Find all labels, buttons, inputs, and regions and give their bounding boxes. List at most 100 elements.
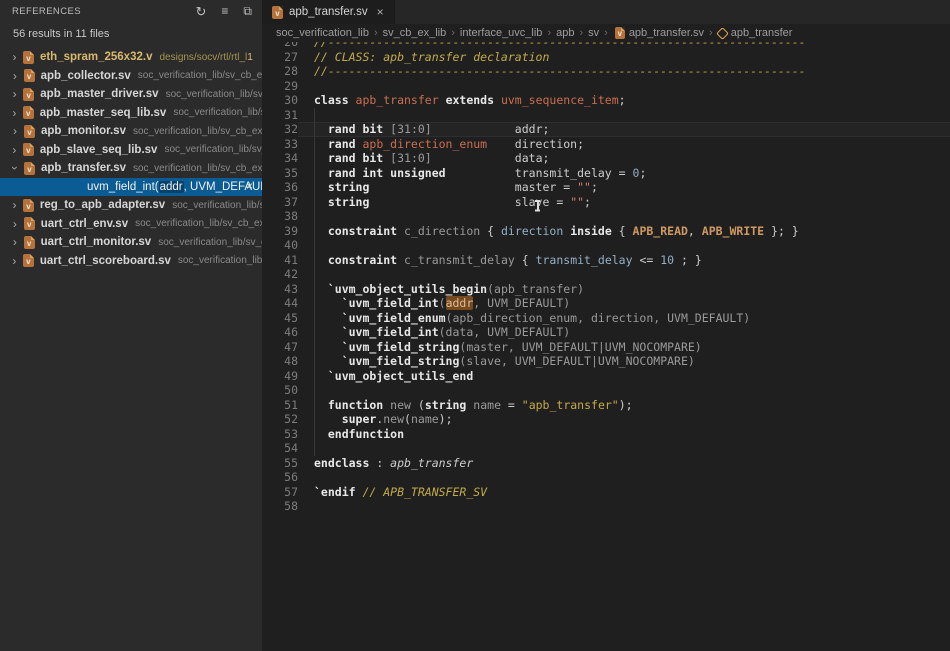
tab-apb-transfer[interactable]: apb_transfer.sv × [262,0,395,24]
tab-close-icon[interactable]: × [377,6,384,18]
file-result-row[interactable]: ›reg_to_apb_adapter.svsoc_verification_l… [0,196,262,215]
file-result-row[interactable]: ›eth_spram_256x32.vdesigns/socv/rtl/rtl_… [0,48,262,67]
code-line[interactable]: 39 constraint c_direction { direction in… [262,224,950,239]
breadcrumb-item[interactable]: soc_verification_lib [276,27,369,39]
file-name: eth_spram_256x32.v [40,51,153,63]
code-line[interactable]: 37 string slave = ""; [262,195,950,210]
chevron-down-icon[interactable]: › [9,161,21,175]
code-line[interactable]: 47 `uvm_field_string(master, UVM_DEFAULT… [262,340,950,355]
file-path: soc_verification_lib/sv_cb... [158,237,262,248]
code-token: constraint [314,224,404,238]
code-line[interactable]: 27// CLASS: apb_transfer declaration [262,50,950,65]
breadcrumb-item[interactable]: sv [588,27,599,39]
code-token: apb_transfer [390,456,473,470]
breadcrumb-item[interactable]: sv_cb_ex_lib [383,27,447,39]
code-token: ( [411,398,425,412]
code-token: , [688,224,702,238]
chevron-right-icon[interactable]: › [8,51,21,63]
file-name: reg_to_apb_adapter.sv [40,199,165,211]
code-line-content: class apb_transfer extends uvm_sequence_… [298,93,950,108]
copy-all-icon[interactable]: ⧉ [243,5,252,17]
file-result-row[interactable]: ›apb_master_seq_lib.svsoc_verification_l… [0,104,262,123]
file-result-row[interactable]: ›apb_transfer.svsoc_verification_lib/sv_… [0,159,262,178]
verilog-file-icon [615,27,625,39]
line-number: 34 [262,151,298,166]
set-results-view-icon[interactable]: ≡ [221,5,228,17]
code-line[interactable]: 52 super.new(name); [262,412,950,427]
breadcrumb-item[interactable]: apb_transfer [718,27,793,39]
code-line-content: `uvm_field_string(slave, UVM_DEFAULT|UVM… [298,354,950,369]
chevron-right-icon[interactable]: › [8,199,21,211]
code-line[interactable]: 45 `uvm_field_enum(apb_direction_enum, d… [262,311,950,326]
code-line[interactable]: 35 rand int unsigned transmit_delay = 0; [262,166,950,181]
chevron-right-icon[interactable]: › [8,125,22,137]
chevron-right-icon[interactable]: › [8,255,21,267]
code-line[interactable]: 38 [262,209,950,224]
code-token: `uvm_field_string [314,340,459,354]
file-name: uart_ctrl_monitor.sv [41,236,152,248]
code-line[interactable]: 32 rand bit [31:0] addr; [262,122,950,137]
code-line[interactable]: 58 [262,499,950,514]
code-editor[interactable]: 26//------------------------------------… [262,35,950,514]
file-result-row[interactable]: › uart_ctrl_monitor.sv soc_verification_li… [0,233,262,252]
breadcrumb-item[interactable]: apb_transfer.sv [613,27,704,39]
chevron-right-icon[interactable]: › [8,107,21,119]
code-token: ; [591,180,598,194]
chevron-right-icon[interactable]: › [8,88,21,100]
breadcrumb-item[interactable]: interface_uvc_lib [460,27,543,39]
chevron-right-icon[interactable]: › [8,70,22,82]
code-line[interactable]: 49 `uvm_object_utils_end [262,369,950,384]
code-token: (apb_direction_enum, direction, UVM_DEFA… [446,311,751,325]
code-line[interactable]: 34 rand bit [31:0] data; [262,151,950,166]
code-line[interactable]: 41 constraint c_transmit_delay { transmi… [262,253,950,268]
code-line[interactable]: 54 [262,441,950,456]
code-line[interactable]: 31 [262,108,950,123]
code-line[interactable]: 55endclass : apb_transfer [262,456,950,471]
file-result-row[interactable]: ›apb_slave_seq_lib.svsoc_verification_li… [0,141,262,160]
code-line[interactable]: 51 function new (string name = "apb_tran… [262,398,950,413]
code-line[interactable]: 56 [262,470,950,485]
file-result-row[interactable]: ›apb_master_driver.svsoc_verification_li… [0,85,262,104]
code-token: uvm_sequence_item [501,93,619,107]
code-line[interactable]: 40 [262,238,950,253]
verilog-file-icon [24,125,35,138]
code-token: transmit_delay = [446,166,633,180]
code-line-content: `uvm_field_int(data, UVM_DEFAULT) [298,325,950,340]
dismiss-reference-icon[interactable]: × [246,179,253,193]
code-line[interactable]: 42 [262,267,950,282]
verilog-file-icon [24,69,35,82]
file-result-row[interactable]: ›uart_ctrl_env.svsoc_verification_lib/sv… [0,215,262,234]
code-line[interactable]: 57`endif // APB_TRANSFER_SV [262,485,950,500]
code-line[interactable]: 53 endfunction [262,427,950,442]
code-line-content: `uvm_object_utils_end [298,369,950,384]
file-result-row[interactable]: ›uart_ctrl_scoreboard.svsoc_verification… [0,252,262,271]
file-path: soc_verification_lib/sv_cb_ex_li... [133,163,262,174]
breadcrumb-item[interactable]: apb [556,27,574,39]
code-token: (data, UVM_DEFAULT) [439,325,571,339]
file-result-row[interactable]: ›apb_collector.svsoc_verification_lib/sv… [0,67,262,86]
code-line[interactable]: 44 `uvm_field_int(addr, UVM_DEFAULT) [262,296,950,311]
code-line[interactable]: 46 `uvm_field_int(data, UVM_DEFAULT) [262,325,950,340]
code-line[interactable]: 28//------------------------------------… [262,64,950,79]
code-line[interactable]: 29 [262,79,950,94]
chevron-right-icon[interactable]: › [8,218,22,230]
file-result-row[interactable]: ›apb_monitor.svsoc_verification_lib/sv_c… [0,122,262,141]
chevron-right-icon[interactable]: › [8,144,21,156]
match-count-badge: 1 [247,51,253,63]
code-line-content [298,108,950,123]
code-token: c_transmit_delay [404,253,515,267]
code-line[interactable]: 50 [262,383,950,398]
line-number: 37 [262,195,298,210]
code-token: new [390,398,411,412]
code-line[interactable]: 33 rand apb_direction_enum direction; [262,137,950,152]
reference-result-row[interactable]: uvm_field_int(addr, UVM_DEFAULT)× [0,178,262,197]
file-path: soc_verification_lib/sv_cb_ex_li... [133,126,262,137]
code-line[interactable]: 48 `uvm_field_string(slave, UVM_DEFAULT|… [262,354,950,369]
code-line[interactable]: 30class apb_transfer extends uvm_sequenc… [262,93,950,108]
indent-guide [314,108,315,456]
chevron-right-icon[interactable]: › [8,236,22,248]
code-line[interactable]: 36 string master = ""; [262,180,950,195]
code-line[interactable]: 43 `uvm_object_utils_begin(apb_transfer) [262,282,950,297]
refresh-icon[interactable]: ↻ [196,5,207,18]
file-path: soc_verification_lib/sv_cb_ex_li... [135,218,262,229]
